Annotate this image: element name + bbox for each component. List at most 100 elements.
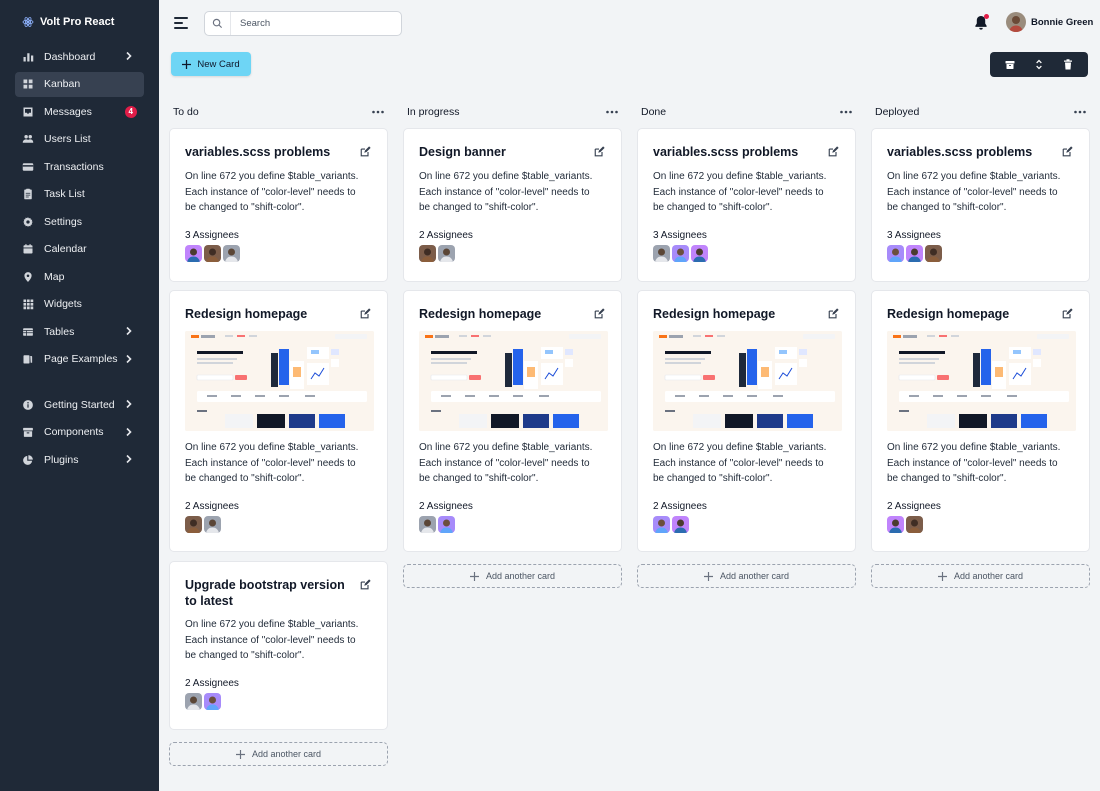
more-options-icon[interactable] xyxy=(371,107,385,117)
avatar[interactable] xyxy=(419,516,436,533)
kanban-card[interactable]: Redesign homepage On line 672 you define … xyxy=(169,290,388,552)
avatar[interactable] xyxy=(185,516,202,533)
brand[interactable]: Volt Pro React xyxy=(0,0,159,44)
more-options-icon[interactable] xyxy=(1073,107,1087,117)
avatar[interactable] xyxy=(887,516,904,533)
add-card-button[interactable]: Add another card xyxy=(871,564,1090,588)
edit-icon[interactable] xyxy=(593,308,605,320)
sidebar-item-calendar[interactable]: Calendar xyxy=(15,237,144,262)
info-circle-icon xyxy=(23,399,33,410)
avatar[interactable] xyxy=(223,245,240,262)
avatar[interactable] xyxy=(672,245,689,262)
archive-icon[interactable] xyxy=(1003,58,1017,72)
card-description-line: On line 672 you define $table_variants. xyxy=(185,619,359,630)
avatar[interactable] xyxy=(419,245,436,262)
users-icon xyxy=(22,135,34,143)
card-description: On line 672 you define $table_variants. E… xyxy=(185,440,375,487)
card-description-line: On line 672 you define $table_variants. xyxy=(419,171,593,182)
sidebar-item-transactions[interactable]: Transactions xyxy=(15,154,144,179)
notification-dot xyxy=(984,14,989,19)
brand-name: Volt Pro React xyxy=(40,16,115,28)
avatar[interactable] xyxy=(204,693,221,710)
more-options-icon[interactable] xyxy=(839,107,853,117)
sidebar-item-kanban[interactable]: Kanban xyxy=(15,71,144,97)
assignees-count: 3 Assignees xyxy=(653,230,707,241)
new-card-button[interactable]: New Card xyxy=(171,52,251,76)
sidebar-item-tables[interactable]: Tables xyxy=(15,319,144,344)
assignee-avatars xyxy=(653,245,708,262)
add-card-button[interactable]: Add another card xyxy=(637,564,856,588)
edit-icon[interactable] xyxy=(359,146,371,158)
notification-bell-icon[interactable] xyxy=(974,14,989,31)
sidebar-item-task-list[interactable]: Task List xyxy=(15,182,144,207)
inbox-icon xyxy=(23,107,33,116)
card-description-line: On line 672 you define $table_variants. xyxy=(887,171,1061,182)
avatar[interactable] xyxy=(438,516,455,533)
assignees-count: 2 Assignees xyxy=(419,501,473,512)
add-card-label: Add another card xyxy=(485,571,556,581)
kanban-card[interactable]: Design banner On line 672 you define $tab… xyxy=(403,128,622,282)
location-marker-icon xyxy=(24,271,32,282)
avatar[interactable] xyxy=(204,516,221,533)
sidebar-item-messages[interactable]: Messages 4 xyxy=(15,99,144,124)
card-title: Redesign homepage xyxy=(653,307,776,321)
kanban-card[interactable]: Redesign homepage On line 672 you define … xyxy=(637,290,856,552)
edit-icon[interactable] xyxy=(359,308,371,320)
card-description: On line 672 you define $table_variants. E… xyxy=(887,440,1077,487)
card-description: On line 672 you define $table_variants. E… xyxy=(653,440,843,487)
kanban-card[interactable]: Redesign homepage On line 672 you define … xyxy=(871,290,1090,552)
sidebar-item-dashboard[interactable]: Dashboard xyxy=(15,44,144,69)
add-card-button[interactable]: Add another card xyxy=(169,742,388,766)
sidebar-item-settings[interactable]: Settings xyxy=(15,209,144,234)
card-description-line: Each instance of "color-level" needs to xyxy=(185,634,356,646)
sidebar-item-map[interactable]: Map xyxy=(15,264,144,289)
avatar[interactable] xyxy=(906,516,923,533)
edit-icon[interactable] xyxy=(1061,146,1073,158)
avatar[interactable] xyxy=(438,245,455,262)
column-deployed: Deployed xyxy=(871,102,1091,122)
edit-icon[interactable] xyxy=(359,579,371,591)
more-options-icon[interactable] xyxy=(605,107,619,117)
sidebar-item-users-list[interactable]: Users List xyxy=(15,127,144,152)
avatar[interactable] xyxy=(906,245,923,262)
avatar[interactable] xyxy=(672,516,689,533)
sidebar-item-plugins[interactable]: Plugins xyxy=(15,447,144,472)
avatar[interactable] xyxy=(185,693,202,710)
edit-icon[interactable] xyxy=(1061,308,1073,320)
sidebar-item-page-examples[interactable]: Page Examples xyxy=(15,347,144,372)
avatar[interactable] xyxy=(925,245,942,262)
plus-icon xyxy=(469,571,479,581)
card-title: Design banner xyxy=(419,145,506,159)
avatar[interactable] xyxy=(653,245,670,262)
column-header: Deployed xyxy=(871,102,1091,122)
menu-toggle-icon[interactable] xyxy=(174,16,190,30)
kanban-card[interactable]: variables.scss problems On line 672 you d… xyxy=(871,128,1090,282)
avatar xyxy=(1006,12,1026,32)
kanban-card[interactable]: variables.scss problems On line 672 you d… xyxy=(637,128,856,282)
avatar[interactable] xyxy=(887,245,904,262)
avatar[interactable] xyxy=(691,245,708,262)
user-menu[interactable]: Bonnie Green xyxy=(1006,12,1093,32)
document-duplicate-icon xyxy=(23,355,33,364)
assignees-count: 2 Assignees xyxy=(185,678,239,689)
card-description-line: be changed to "shift-color". xyxy=(653,473,773,484)
sidebar-item-getting-started[interactable]: Getting Started xyxy=(15,392,144,417)
kanban-card[interactable]: Redesign homepage On line 672 you define … xyxy=(403,290,622,552)
selector-icon[interactable] xyxy=(1032,58,1046,72)
trash-icon[interactable] xyxy=(1061,58,1075,72)
assignee-avatars xyxy=(419,516,455,533)
sidebar-item-components[interactable]: Components xyxy=(15,420,144,445)
kanban-card[interactable]: Upgrade bootstrap version to latest On li… xyxy=(169,561,388,730)
search-input[interactable] xyxy=(231,18,391,29)
avatar[interactable] xyxy=(204,245,221,262)
edit-icon[interactable] xyxy=(827,146,839,158)
edit-icon[interactable] xyxy=(593,146,605,158)
avatar[interactable] xyxy=(653,516,670,533)
edit-icon[interactable] xyxy=(827,308,839,320)
add-card-button[interactable]: Add another card xyxy=(403,564,622,588)
sidebar-item-widgets[interactable]: Widgets xyxy=(15,292,144,317)
kanban-card[interactable]: variables.scss problems On line 672 you d… xyxy=(169,128,388,282)
avatar[interactable] xyxy=(185,245,202,262)
unread-badge: 4 xyxy=(124,106,137,118)
chart-pie-icon xyxy=(23,454,33,465)
